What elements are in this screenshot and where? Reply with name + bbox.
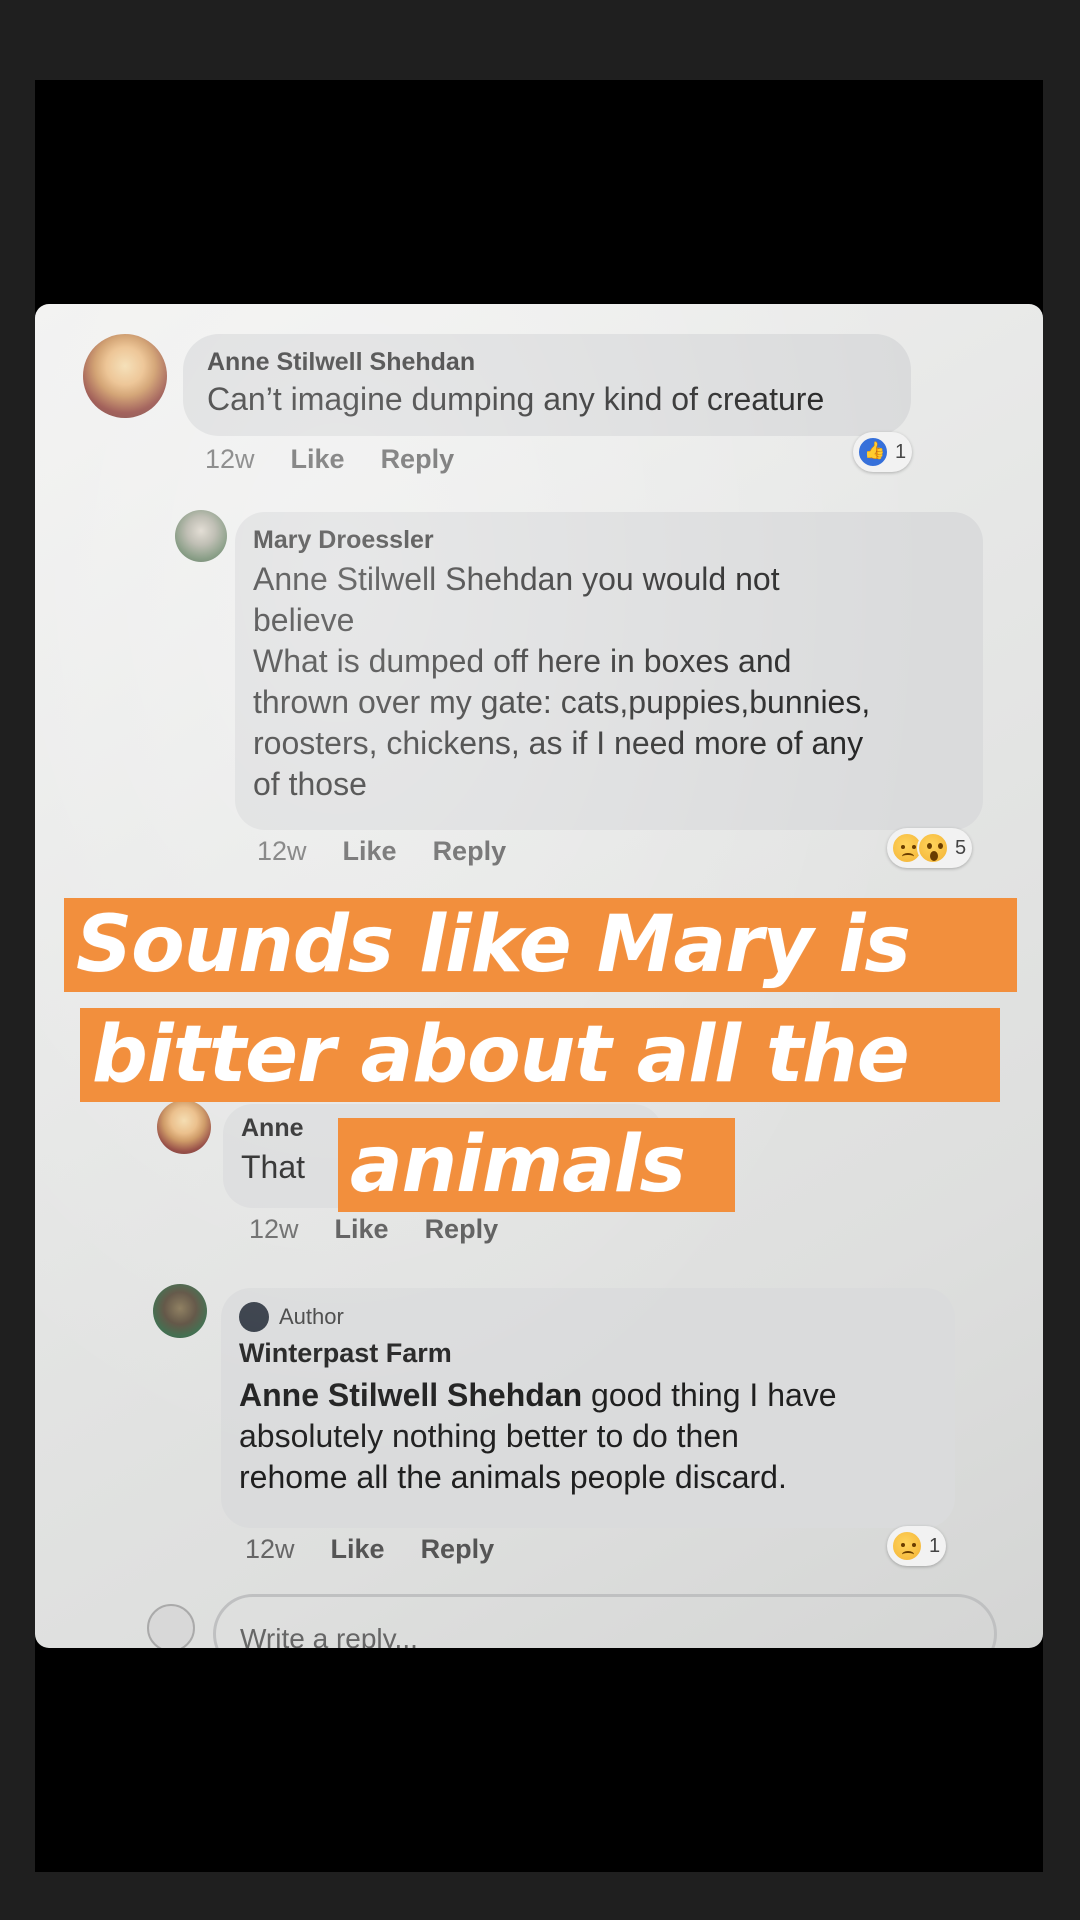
author-badge: Author — [239, 1302, 955, 1332]
wow-icon — [917, 832, 949, 864]
reply-button[interactable]: Reply — [421, 1534, 495, 1565]
reaction-summary[interactable]: 1 — [853, 432, 913, 472]
comment-text: Can’t imagine dumping any kind of creatu… — [207, 381, 825, 417]
comment-time[interactable]: 12w — [257, 836, 307, 867]
comment-author[interactable]: Winterpast Farm — [239, 1338, 955, 1369]
comment-actions: 12w Like Reply — [245, 1534, 494, 1565]
reaction-count: 5 — [955, 836, 967, 859]
comment-actions: 12w Like Reply — [205, 444, 454, 475]
comment-author[interactable]: Anne Stilwell Shehdan — [207, 348, 911, 377]
avatar[interactable] — [175, 510, 227, 562]
story-caption-line-3[interactable]: animals — [338, 1118, 735, 1212]
user-avatar[interactable] — [147, 1604, 195, 1648]
comment-bubble: Mary Droessler Anne Stilwell Shehdan you… — [235, 512, 983, 830]
like-icon — [857, 436, 889, 468]
comment-actions: 12w Like Reply — [257, 836, 506, 867]
comment-time[interactable]: 12w — [205, 444, 255, 475]
comment-text: Anne Stilwell Shehdan good thing I have … — [239, 1375, 955, 1498]
comment-time[interactable]: 12w — [249, 1214, 299, 1245]
comment-bubble: Author Winterpast Farm Anne Stilwell She… — [221, 1288, 955, 1528]
reaction-summary[interactable]: 5 — [887, 828, 973, 868]
comment-text: Anne Stilwell Shehdan you would not beli… — [253, 561, 871, 802]
like-button[interactable]: Like — [291, 444, 345, 475]
comment-bubble: Anne Stilwell Shehdan Can’t imagine dump… — [183, 334, 911, 436]
mention-link[interactable]: Anne Stilwell Shehdan — [239, 1377, 582, 1413]
author-badge-label: Author — [279, 1304, 344, 1329]
reply-placeholder: Write a reply... — [240, 1623, 418, 1648]
comment-author[interactable]: Mary Droessler — [253, 526, 983, 555]
like-button[interactable]: Like — [335, 1214, 389, 1245]
reply-button[interactable]: Reply — [433, 836, 507, 867]
reply-button[interactable]: Reply — [381, 444, 455, 475]
reaction-count: 1 — [895, 440, 907, 463]
avatar[interactable] — [157, 1100, 211, 1154]
comment-time[interactable]: 12w — [245, 1534, 295, 1565]
avatar[interactable] — [83, 334, 167, 418]
avatar[interactable] — [153, 1284, 207, 1338]
reply-button[interactable]: Reply — [425, 1214, 499, 1245]
sad-icon — [891, 1530, 923, 1562]
like-button[interactable]: Like — [331, 1534, 385, 1565]
author-icon — [239, 1302, 269, 1332]
reaction-count: 1 — [929, 1534, 941, 1557]
comment-actions: 12w Like Reply — [249, 1214, 498, 1245]
write-reply-input[interactable]: Write a reply... — [213, 1594, 997, 1648]
story-caption-line-1[interactable]: Sounds like Mary is — [64, 898, 1017, 992]
story-caption-line-2[interactable]: bitter about all the — [80, 1008, 1000, 1102]
like-button[interactable]: Like — [343, 836, 397, 867]
reaction-summary[interactable]: 1 — [887, 1526, 947, 1566]
